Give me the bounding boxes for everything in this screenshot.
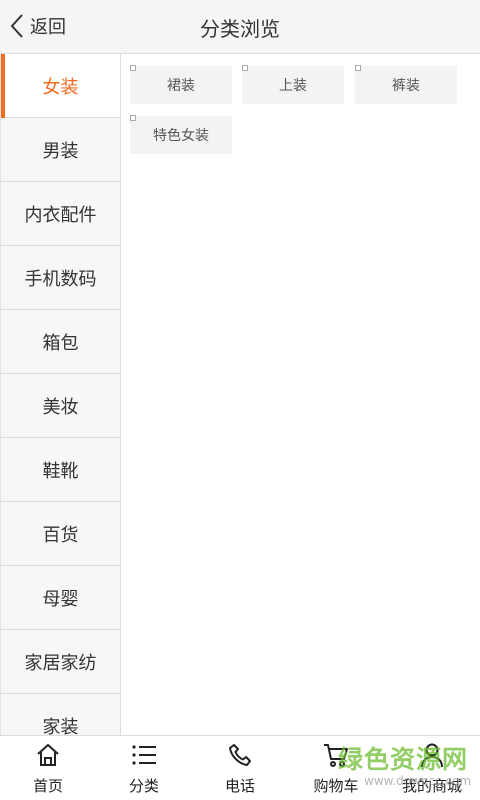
sidebar-item-phones-digital[interactable]: 手机数码 (0, 246, 120, 310)
tab-category[interactable]: 分类 (96, 736, 192, 800)
subcategory-label: 裙装 (167, 78, 195, 94)
user-icon (421, 743, 443, 768)
header-bar: 返回 分类浏览 (0, 0, 480, 54)
subcategory-special-womens[interactable]: 特色女装 (130, 115, 232, 154)
subcategory-tops[interactable]: 上装 (242, 65, 344, 104)
sidebar-item-home-decor[interactable]: 家装 (0, 694, 120, 735)
home-icon (37, 744, 59, 766)
bottom-tab-bar: 首页 分类 电话 购物车 我的商城 (0, 735, 480, 800)
subcategory-pants[interactable]: 裤装 (355, 65, 457, 104)
tab-home[interactable]: 首页 (0, 736, 96, 800)
sidebar-item-mens[interactable]: 男装 (0, 118, 120, 182)
subcategory-label: 特色女装 (153, 128, 209, 144)
category-sidebar: 女装 男装 内衣配件 手机数码 箱包 美妆 鞋靴 百货 母婴 家居家纺 家装 (0, 54, 121, 735)
page-title: 分类浏览 (200, 17, 280, 41)
list-icon (132, 745, 156, 765)
tab-label: 购物车 (313, 777, 359, 795)
phone-icon (229, 744, 251, 766)
image-placeholder-icon (130, 65, 136, 71)
subcategory-label: 裤装 (392, 78, 420, 94)
tab-label: 我的商城 (401, 777, 462, 795)
sidebar-item-home-textiles[interactable]: 家居家纺 (0, 630, 120, 694)
subcategory-skirts[interactable]: 裙装 (130, 65, 232, 104)
tab-label: 分类 (128, 777, 159, 795)
tab-phone[interactable]: 电话 (192, 736, 288, 800)
image-placeholder-icon (355, 65, 361, 71)
sidebar-item-shoes[interactable]: 鞋靴 (0, 438, 120, 502)
image-placeholder-icon (130, 115, 136, 121)
sidebar-item-beauty[interactable]: 美妆 (0, 374, 120, 438)
tab-cart[interactable]: 购物车 (288, 736, 384, 800)
sidebar-item-womens[interactable]: 女装 (0, 54, 120, 118)
tab-label: 电话 (224, 777, 255, 795)
sidebar-item-general-goods[interactable]: 百货 (0, 502, 120, 566)
tab-my-store[interactable]: 我的商城 (384, 736, 480, 800)
sidebar-item-mother-baby[interactable]: 母婴 (0, 566, 120, 630)
cart-icon (324, 744, 348, 767)
sidebar-item-underwear-accessories[interactable]: 内衣配件 (0, 182, 120, 246)
image-placeholder-icon (242, 65, 248, 71)
subcategory-panel: 裙装 上装 裤装 特色女装 (121, 54, 480, 735)
tab-label: 首页 (32, 777, 63, 795)
sidebar-item-bags[interactable]: 箱包 (0, 310, 120, 374)
subcategory-label: 上装 (279, 78, 307, 94)
